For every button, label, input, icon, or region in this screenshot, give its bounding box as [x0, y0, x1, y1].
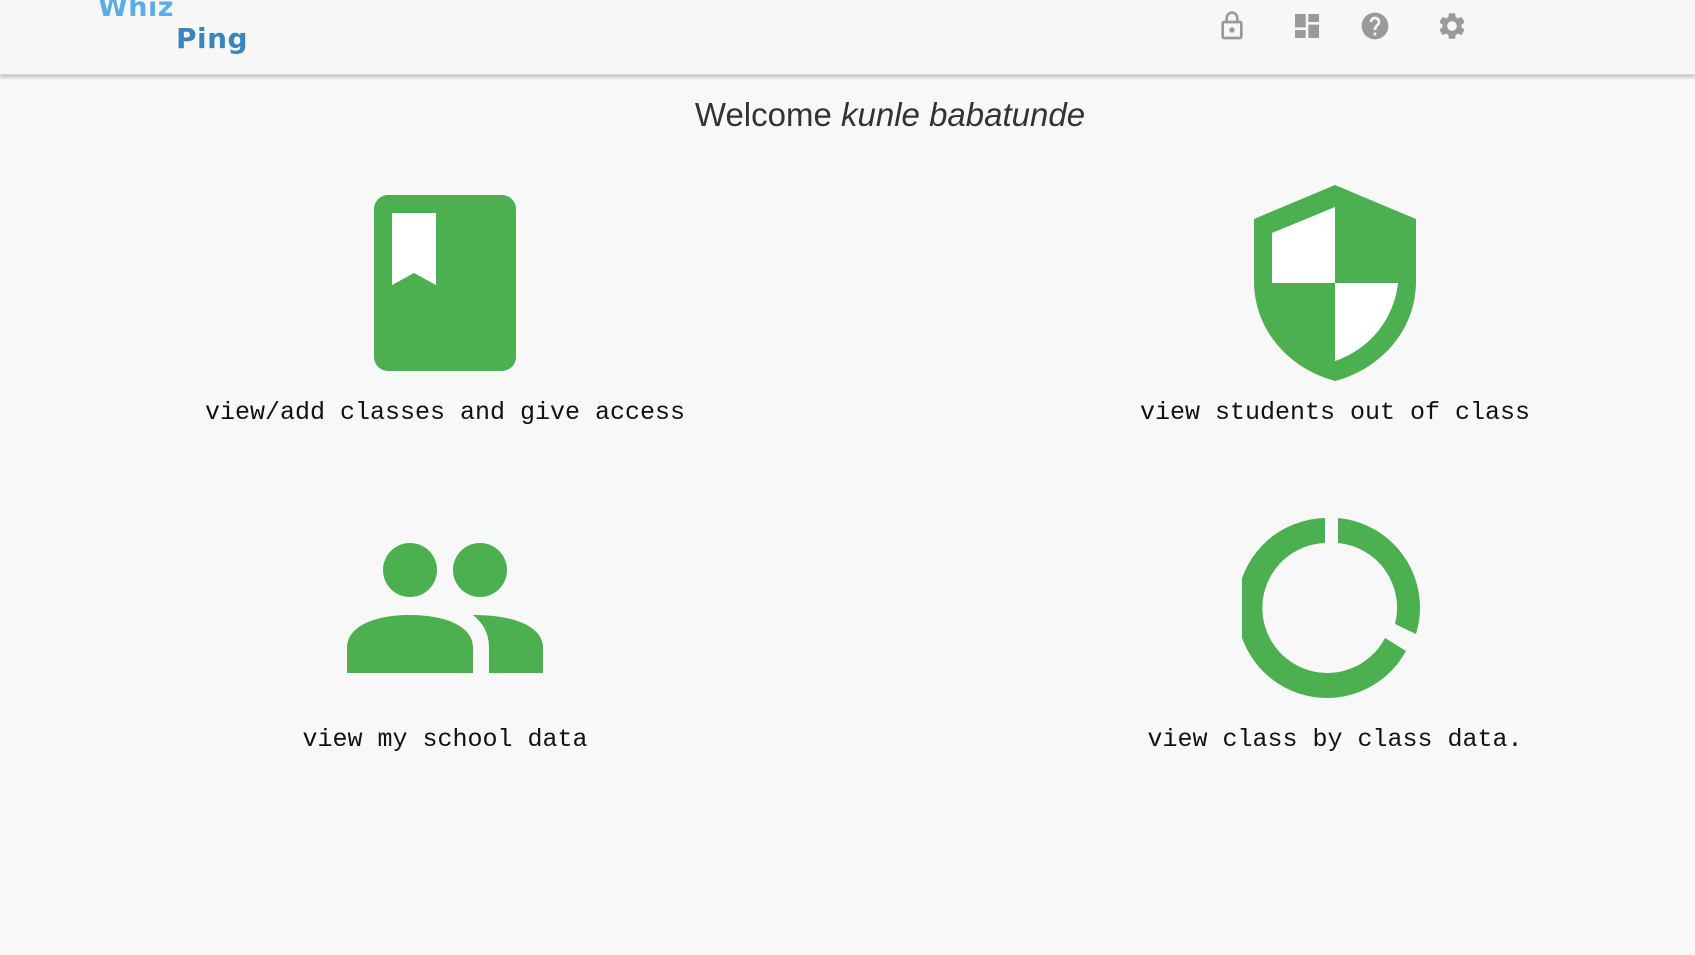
- tile-students-out-label: view students out of class: [1139, 398, 1531, 427]
- logo-text-whiz: Whiz: [98, 0, 174, 23]
- tile-school-data-label: view my school data: [302, 725, 588, 754]
- lock-icon[interactable]: [1216, 10, 1248, 42]
- settings-icon[interactable]: [1436, 10, 1468, 42]
- welcome-username: kunle babatunde: [841, 96, 1086, 133]
- tile-school-data[interactable]: view my school data: [190, 540, 700, 760]
- book-icon: [374, 195, 516, 371]
- tile-class-data[interactable]: view class by class data.: [1080, 515, 1590, 760]
- help-icon[interactable]: [1359, 10, 1391, 42]
- logo-text-ping: Ping: [176, 22, 249, 55]
- tile-classes-label: view/add classes and give access: [204, 398, 686, 427]
- donut-chart-icon: [1242, 518, 1420, 698]
- shield-icon: [1254, 185, 1416, 381]
- tile-classes[interactable]: view/add classes and give access: [190, 190, 700, 430]
- welcome-prefix: Welcome: [694, 96, 832, 133]
- dashboard-icon[interactable]: [1291, 10, 1323, 42]
- whizping-logo[interactable]: Whiz Ping: [98, 0, 258, 62]
- tile-students-out[interactable]: view students out of class: [1080, 185, 1590, 430]
- tile-class-data-label: view class by class data.: [1147, 725, 1523, 754]
- people-icon: [347, 543, 543, 673]
- top-nav-bar: Whiz Ping: [0, 0, 1695, 75]
- welcome-heading: Welcome kunle babatunde: [0, 96, 1695, 134]
